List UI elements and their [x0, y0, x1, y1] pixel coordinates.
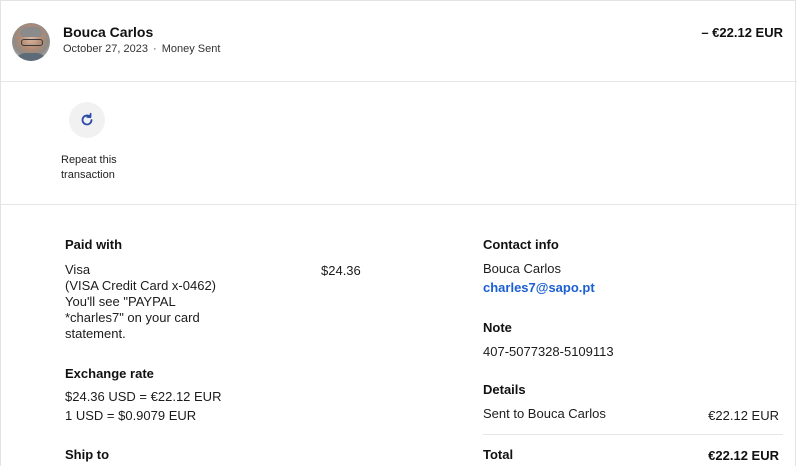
transaction-card: Bouca Carlos October 27, 2023 · Money Sent…	[0, 0, 797, 466]
exchange-rate-line1: $24.36 USD = €22.12 EUR	[65, 389, 222, 404]
refresh-icon	[81, 112, 93, 126]
transaction-meta: October 27, 2023 · Money Sent	[63, 43, 220, 55]
details-amount: €22.12 EUR	[708, 408, 779, 423]
total-amount: €22.12 EUR	[708, 448, 779, 463]
repeat-transaction-button[interactable]	[69, 102, 105, 138]
payment-line: (VISA Credit Card x-0462)	[65, 278, 217, 293]
recipient-name: Bouca Carlos	[63, 24, 154, 40]
total-divider	[483, 434, 783, 435]
details-heading: Details	[483, 382, 526, 397]
exchange-rate-heading: Exchange rate	[65, 366, 154, 381]
details-sent-to: Sent to Bouca Carlos	[483, 406, 606, 421]
payment-method: Visa (VISA Credit Card x-0462) You'll se…	[65, 262, 216, 342]
repeat-section: Repeat this transaction	[1, 81, 797, 205]
payment-line: You'll see "PAYPAL	[65, 294, 176, 309]
avatar	[12, 23, 50, 61]
total-label: Total	[483, 447, 514, 462]
exchange-rate-line2: 1 USD = $0.9079 EUR	[65, 408, 197, 423]
meta-separator: ·	[153, 43, 157, 55]
transaction-type: Money Sent	[161, 43, 221, 55]
contact-email-link[interactable]: charles7@sapo.pt	[483, 280, 595, 296]
payment-line: Visa	[65, 262, 91, 277]
transaction-date: October 27, 2023	[63, 43, 149, 55]
transaction-amount: – €22.12 EUR	[701, 25, 783, 40]
contact-info-heading: Contact info	[483, 237, 559, 252]
note-value: 407-5077328-5109113	[483, 344, 614, 359]
paid-with-heading: Paid with	[65, 237, 123, 252]
payment-line: statement.	[65, 326, 126, 341]
transaction-header: Bouca Carlos October 27, 2023 · Money Sent…	[1, 1, 797, 82]
payment-line: *charles7" on your card	[65, 310, 200, 325]
ship-to-heading: Ship to	[65, 447, 110, 462]
repeat-transaction-label[interactable]: Repeat this transaction	[61, 153, 151, 183]
note-heading: Note	[483, 320, 512, 335]
repeat-label-line2: transaction	[61, 169, 115, 181]
contact-name: Bouca Carlos	[483, 261, 562, 276]
repeat-label-line1: Repeat this	[61, 154, 117, 166]
paid-amount: $24.36	[321, 263, 361, 278]
